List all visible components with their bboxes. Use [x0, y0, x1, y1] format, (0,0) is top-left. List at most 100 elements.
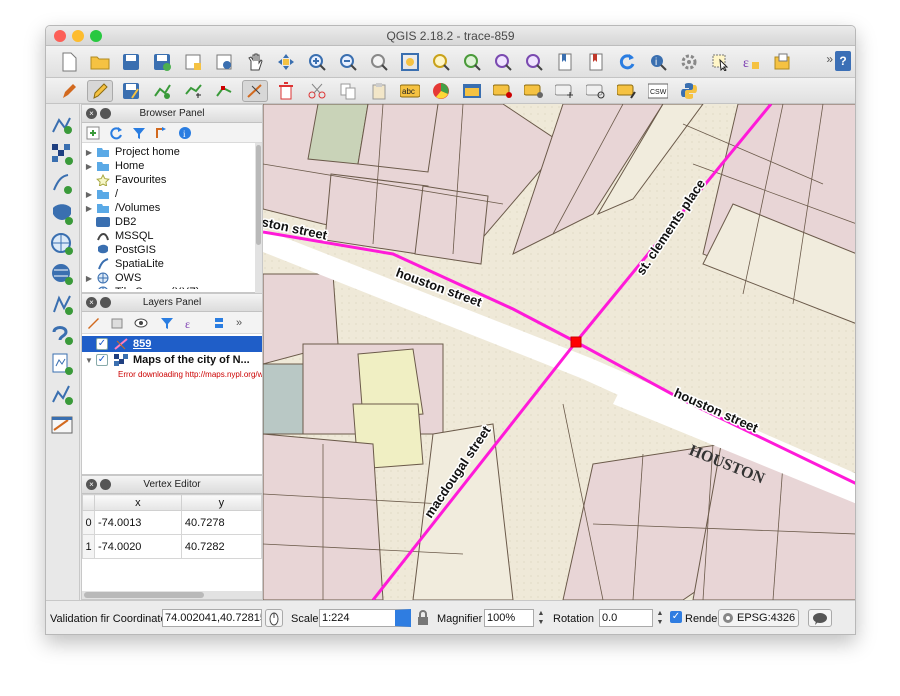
- add-raster-layer-icon[interactable]: [50, 142, 74, 166]
- messages-button[interactable]: [808, 609, 832, 627]
- vertex-x-cell[interactable]: -74.0020: [94, 534, 182, 559]
- save-project-button[interactable]: [118, 51, 144, 73]
- float-panel-icon[interactable]: [100, 297, 111, 308]
- add-feature-button[interactable]: [149, 80, 175, 102]
- deselect-button[interactable]: [769, 51, 795, 73]
- layer-visibility-checkbox[interactable]: ✓: [96, 354, 108, 366]
- expand-arrow-icon[interactable]: ▶: [82, 190, 96, 199]
- close-icon[interactable]: ×: [86, 479, 97, 490]
- add-delimited-text-icon[interactable]: [50, 172, 74, 196]
- paste-features-button[interactable]: [366, 80, 392, 102]
- rotate-label-button[interactable]: [583, 80, 609, 102]
- copy-features-button[interactable]: [335, 80, 361, 102]
- rotation-spinner[interactable]: ▲ ▼: [655, 609, 665, 627]
- add-wms-layer-icon[interactable]: [50, 232, 74, 256]
- select-features-button[interactable]: [707, 51, 733, 73]
- magnifier-field[interactable]: 100%: [484, 609, 534, 627]
- browser-item[interactable]: ▶ Home: [82, 159, 262, 173]
- add-selected-layers-icon[interactable]: [86, 126, 100, 140]
- csw-button[interactable]: CSW: [645, 80, 671, 102]
- add-wfs-layer-icon[interactable]: [50, 292, 74, 316]
- pan-map-button[interactable]: [242, 51, 268, 73]
- delete-selected-button[interactable]: [273, 80, 299, 102]
- table-row[interactable]: 0 -74.0013 40.7278: [82, 510, 263, 535]
- layers-tools-overflow[interactable]: »: [236, 317, 242, 329]
- change-label-button[interactable]: [614, 80, 640, 102]
- layer-row[interactable]: ▼ ✓ Maps of the city of N...: [82, 352, 262, 368]
- add-spatialite-layer-icon[interactable]: [50, 322, 74, 346]
- pan-to-selection-button[interactable]: [273, 51, 299, 73]
- add-group-icon[interactable]: [110, 316, 124, 330]
- lock-scale-button[interactable]: [416, 609, 430, 627]
- composer-manager-button[interactable]: [211, 51, 237, 73]
- expand-arrow-icon[interactable]: ▶: [82, 148, 96, 157]
- expand-all-icon[interactable]: [212, 316, 226, 330]
- column-header-y[interactable]: y: [180, 494, 263, 511]
- add-wcs-layer-icon[interactable]: [50, 262, 74, 286]
- expand-arrow-icon[interactable]: ▼: [82, 356, 96, 365]
- identify-button[interactable]: i: [645, 51, 671, 73]
- browser-item[interactable]: MSSQL: [82, 229, 262, 243]
- zoom-window-button[interactable]: [90, 30, 102, 42]
- close-window-button[interactable]: [54, 30, 66, 42]
- close-icon[interactable]: ×: [86, 108, 97, 119]
- refresh-button[interactable]: [614, 51, 640, 73]
- vertex-tool-button[interactable]: [242, 79, 268, 102]
- refresh-icon[interactable]: [109, 126, 123, 140]
- expand-arrow-icon[interactable]: ▶: [82, 162, 96, 171]
- browser-item[interactable]: DB2: [82, 215, 262, 229]
- expand-arrow-icon[interactable]: ▶: [82, 288, 96, 290]
- collapse-all-icon[interactable]: [155, 126, 169, 140]
- filter-legend-icon[interactable]: [160, 316, 174, 330]
- vertex-y-cell[interactable]: 40.7282: [180, 534, 263, 559]
- zoom-in-button[interactable]: [304, 51, 330, 73]
- new-print-composer-button[interactable]: [180, 51, 206, 73]
- select-by-expression-button[interactable]: ε: [738, 51, 764, 73]
- magnifier-spinner[interactable]: ▲ ▼: [536, 609, 546, 627]
- extents-toggle-button[interactable]: [265, 609, 283, 627]
- browser-item[interactable]: ▶ OWS: [82, 271, 262, 285]
- add-postgis-layer-icon[interactable]: [50, 202, 74, 226]
- coordinate-field[interactable]: 74.002041,40.728151: [162, 609, 262, 627]
- zoom-out-button[interactable]: [335, 51, 361, 73]
- float-panel-icon[interactable]: [100, 479, 111, 490]
- vertex-x-cell[interactable]: -74.0013: [94, 510, 182, 535]
- manage-visibility-icon[interactable]: [134, 316, 150, 330]
- show-hide-labels-button[interactable]: [521, 80, 547, 102]
- scale-combobox[interactable]: 1:224: [319, 609, 411, 627]
- new-memory-layer-icon[interactable]: [50, 414, 74, 438]
- move-label-button[interactable]: [552, 80, 578, 102]
- browser-item[interactable]: ▶ Project home: [82, 145, 262, 159]
- measure-button[interactable]: [676, 51, 702, 73]
- browser-item[interactable]: Favourites: [82, 173, 262, 187]
- new-bookmark-button[interactable]: [552, 51, 578, 73]
- save-layer-edits-button[interactable]: [118, 80, 144, 102]
- browser-scrollbar[interactable]: [255, 143, 262, 293]
- layer-visibility-checkbox[interactable]: ✓: [96, 338, 108, 350]
- filter-icon[interactable]: [132, 126, 146, 140]
- python-console-button[interactable]: [676, 80, 702, 102]
- vertex-scrollbar-thumb[interactable]: [84, 592, 204, 598]
- browser-item[interactable]: ▶ /Volumes: [82, 201, 262, 215]
- cut-features-button[interactable]: [304, 80, 330, 102]
- table-row[interactable]: 1 -74.0020 40.7282: [82, 534, 263, 559]
- add-mssql-layer-icon[interactable]: [50, 352, 74, 376]
- layer-labeling-button[interactable]: abc: [397, 80, 423, 102]
- pin-labels-button[interactable]: [490, 80, 516, 102]
- zoom-last-button[interactable]: [490, 51, 516, 73]
- browser-item[interactable]: ▶ /: [82, 187, 262, 201]
- vertex-horizontal-scrollbar[interactable]: [82, 591, 262, 599]
- render-checkbox[interactable]: ✓: [670, 611, 682, 623]
- expand-arrow-icon[interactable]: ▶: [82, 204, 96, 213]
- filter-expression-icon[interactable]: ε: [184, 316, 202, 330]
- zoom-to-selection-button[interactable]: [428, 51, 454, 73]
- crs-button[interactable]: EPSG:4326: [718, 609, 800, 627]
- properties-icon[interactable]: i: [178, 126, 192, 140]
- show-bookmarks-button[interactable]: [583, 51, 609, 73]
- current-edits-button[interactable]: [56, 80, 82, 102]
- float-panel-icon[interactable]: [100, 108, 111, 119]
- diagram-options-button[interactable]: [428, 80, 454, 102]
- zoom-native-button[interactable]: [366, 51, 392, 73]
- browser-item[interactable]: ▶ Tile Server (XYZ): [82, 285, 262, 289]
- layer-styling-icon[interactable]: [86, 316, 100, 330]
